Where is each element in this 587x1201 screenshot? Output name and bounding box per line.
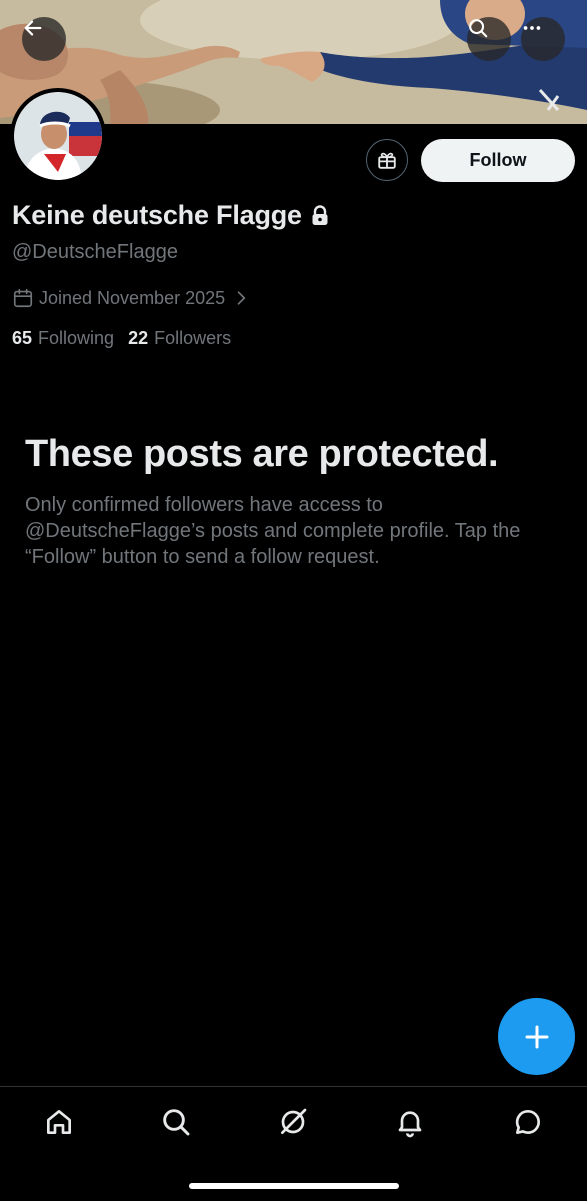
grok-icon <box>281 1108 307 1134</box>
search-icon <box>469 19 488 38</box>
notifications-icon <box>398 1111 422 1138</box>
display-name: Keine deutsche Flagge <box>12 200 330 231</box>
following-link[interactable]: 65 Following <box>12 328 114 349</box>
gift-icon <box>378 152 396 169</box>
display-name-text: Keine deutsche Flagge <box>12 200 302 230</box>
search-icon <box>163 1109 190 1136</box>
avatar[interactable] <box>10 88 106 184</box>
compose-button[interactable] <box>498 998 575 1075</box>
arrow-left-icon <box>24 20 42 36</box>
following-count: 65 <box>12 328 33 348</box>
tab-grok[interactable] <box>275 1104 311 1140</box>
follow-stats: 65 Following 22 Followers <box>12 328 245 349</box>
calendar-icon <box>13 288 33 308</box>
tab-search[interactable] <box>158 1104 194 1140</box>
gift-button[interactable] <box>366 139 408 181</box>
protected-body: Only confirmed followers have access to … <box>25 494 521 568</box>
lock-icon <box>312 204 328 225</box>
chevron-right-icon <box>237 291 246 305</box>
handle: @DeutscheFlagge <box>12 241 178 263</box>
back-button[interactable] <box>22 17 66 61</box>
joined-text: Joined November 2025 <box>39 287 226 308</box>
following-label: Following <box>38 328 115 348</box>
joined-date[interactable]: Joined November 2025 <box>12 287 256 309</box>
tab-home[interactable] <box>41 1104 77 1140</box>
followers-count: 22 <box>128 328 149 348</box>
home-indicator <box>189 1183 399 1189</box>
tab-messages[interactable] <box>510 1104 546 1140</box>
home-icon <box>47 1110 71 1134</box>
followers-link[interactable]: 22 Followers <box>128 328 231 349</box>
messages-icon <box>515 1109 540 1134</box>
follow-button[interactable]: Follow <box>421 139 575 182</box>
followers-label: Followers <box>154 328 232 348</box>
plus-icon <box>525 1025 548 1048</box>
more-horizontal-icon <box>523 26 541 30</box>
protected-title: These posts are protected. <box>25 433 499 475</box>
tab-notifications[interactable] <box>392 1104 428 1140</box>
more-button[interactable] <box>521 17 565 61</box>
search-button[interactable] <box>467 17 511 61</box>
avatar-image <box>14 92 102 180</box>
